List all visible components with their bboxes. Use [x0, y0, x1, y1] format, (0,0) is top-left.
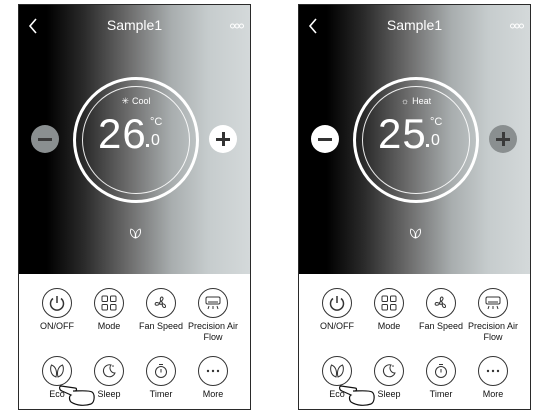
mode-indicator: ✳ Cool: [76, 96, 196, 107]
ellipsis-icon: [206, 369, 220, 373]
phone-screen-heat: Sample1 ☼ Heat 25 °C 0 ON/OFF Mode Fan Sp…: [298, 4, 531, 410]
temperature-dial: ✳ Cool 26 °C 0: [73, 77, 199, 203]
fan-icon: [154, 296, 167, 309]
device-title: Sample1: [106, 17, 163, 33]
decrease-temp-button[interactable]: [311, 125, 339, 153]
sleep-moon-icon: [382, 364, 396, 378]
sun-icon: ☼: [400, 96, 410, 106]
decimal-point: [146, 144, 149, 147]
mode-grid-icon: [381, 295, 397, 311]
temperature-value: 25: [378, 110, 427, 157]
eco-leaf-icon: [130, 228, 141, 239]
temperature-unit: °C: [150, 116, 163, 128]
fan-speed-button[interactable]: Fan Speed: [413, 288, 469, 332]
timer-button[interactable]: Timer: [413, 356, 469, 400]
air-flow-icon: [485, 296, 501, 310]
timer-button[interactable]: Timer: [133, 356, 189, 400]
mode-button[interactable]: Mode: [81, 288, 137, 332]
function-grid: ON/OFF Mode Fan Speed Precision Air Flow…: [299, 274, 530, 409]
precision-air-flow-button[interactable]: Precision Air Flow: [465, 288, 521, 343]
thermostat-panel: Sample1 ☼ Heat 25 °C 0: [299, 5, 530, 274]
timer-icon: [155, 364, 167, 378]
mode-indicator: ☼ Heat: [356, 96, 476, 106]
temperature-decimal: 0: [151, 132, 160, 149]
mode-grid-icon: [101, 295, 117, 311]
temperature-decimal: 0: [431, 132, 440, 149]
sleep-moon-icon: [102, 364, 116, 378]
mode-button[interactable]: Mode: [361, 288, 417, 332]
precision-air-flow-button[interactable]: Precision Air Flow: [185, 288, 241, 343]
decimal-point: [426, 144, 429, 147]
on-off-button[interactable]: ON/OFF: [29, 288, 85, 332]
more-options-icon[interactable]: [230, 23, 244, 29]
snowflake-icon: ✳: [121, 96, 130, 106]
mode-label: Cool: [132, 96, 151, 106]
temperature-unit: °C: [430, 116, 443, 128]
thermostat-panel: Sample1 ✳ Cool 26 °C 0: [19, 5, 250, 274]
tapping-hand-icon: [59, 385, 95, 406]
ellipsis-icon: [486, 369, 500, 373]
eco-leaf-icon: [410, 228, 421, 239]
tapping-hand-icon: [339, 385, 375, 406]
more-button[interactable]: More: [185, 356, 241, 400]
air-flow-icon: [205, 296, 221, 310]
temperature-value: 26: [98, 110, 147, 157]
power-icon: [329, 296, 345, 311]
device-title: Sample1: [386, 17, 443, 33]
on-off-button[interactable]: ON/OFF: [309, 288, 365, 332]
increase-temp-button[interactable]: [209, 125, 237, 153]
increase-temp-button[interactable]: [489, 125, 517, 153]
more-button[interactable]: More: [465, 356, 521, 400]
temperature-dial: ☼ Heat 25 °C 0: [353, 77, 479, 203]
phone-screen-cool: Sample1 ✳ Cool 26 °C 0 ON/OFF Mode Fan Sp…: [18, 4, 251, 410]
fan-speed-button[interactable]: Fan Speed: [133, 288, 189, 332]
mode-label: Heat: [412, 96, 432, 106]
power-icon: [49, 296, 65, 311]
fan-icon: [434, 296, 447, 309]
more-options-icon[interactable]: [510, 23, 524, 29]
function-grid: ON/OFF Mode Fan Speed Precision Air Flow…: [19, 274, 250, 409]
timer-icon: [435, 364, 447, 378]
decrease-temp-button[interactable]: [31, 125, 59, 153]
